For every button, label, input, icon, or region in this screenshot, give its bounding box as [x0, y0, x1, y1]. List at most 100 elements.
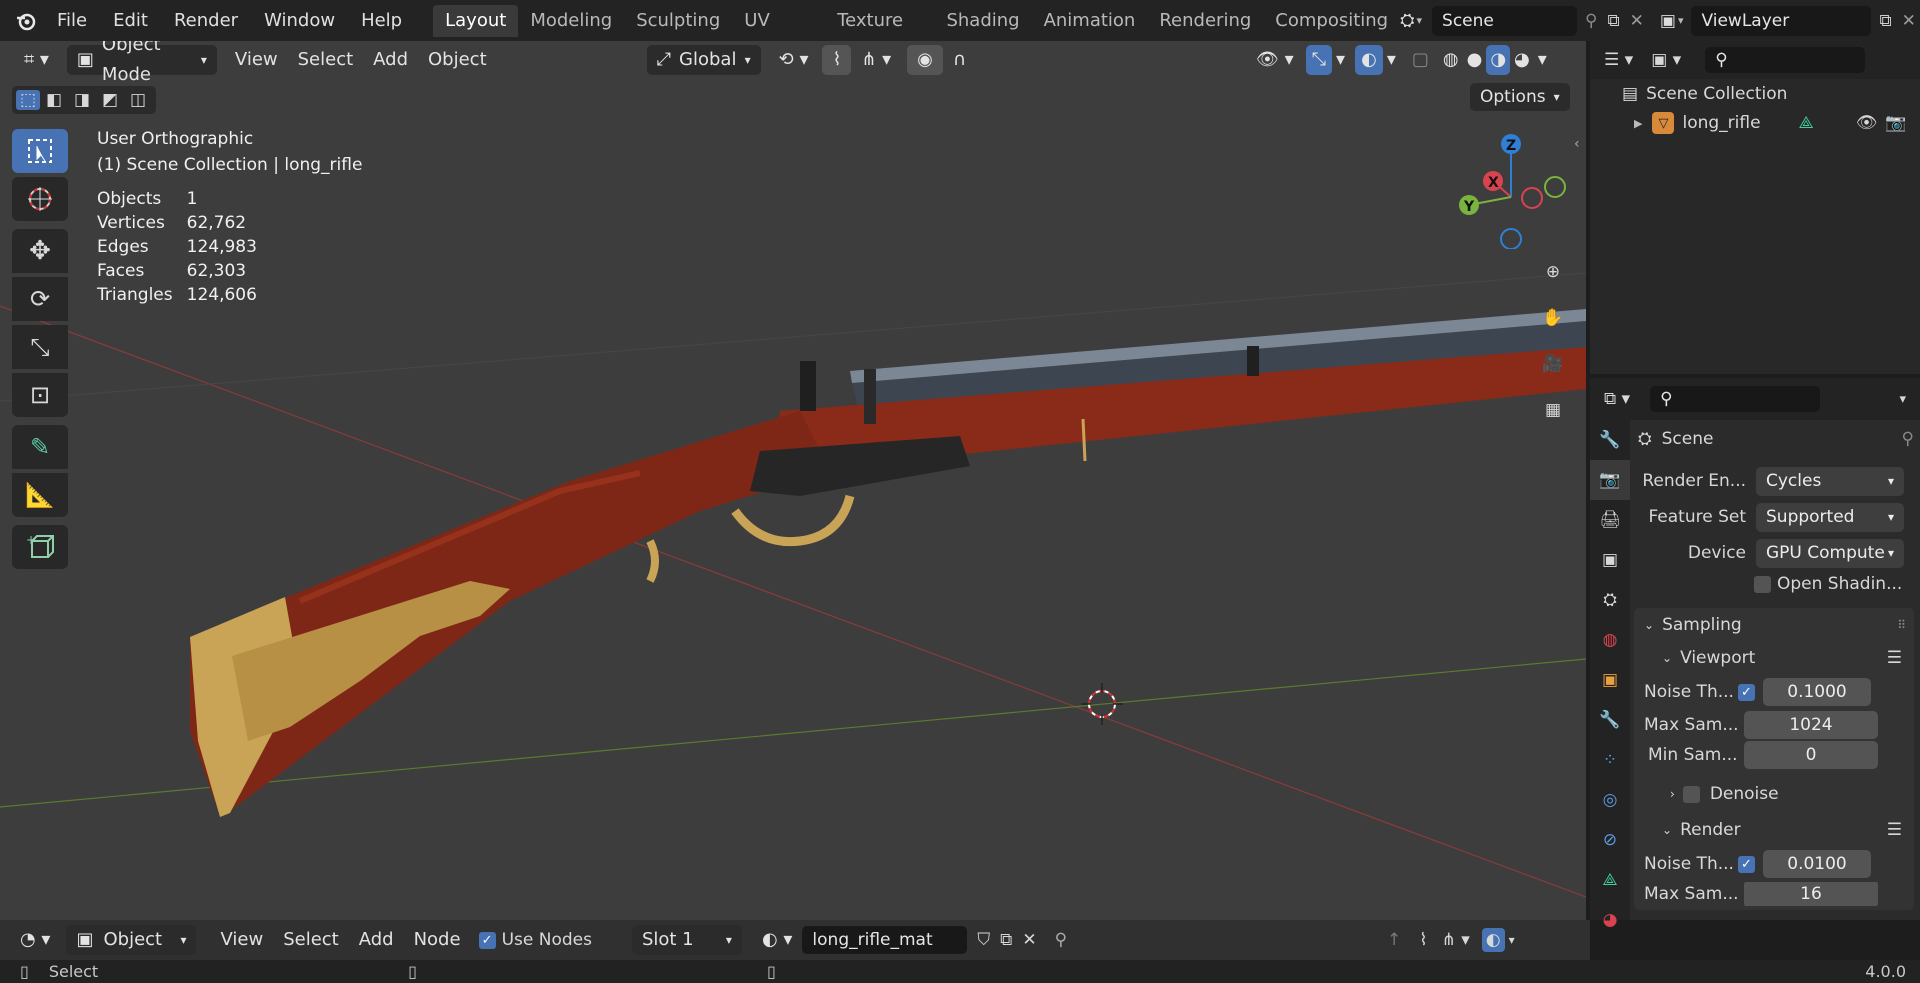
- constraints-tab-icon[interactable]: ⊘: [1590, 820, 1630, 860]
- properties-options-icon[interactable]: ▾: [1899, 392, 1906, 407]
- delete-view-layer-icon[interactable]: ✕: [1902, 11, 1916, 31]
- display-mode-icon[interactable]: ▣ ▾: [1651, 50, 1681, 70]
- sidebar-toggle-icon[interactable]: ‹: [1574, 136, 1580, 152]
- blender-logo-icon[interactable]: [8, 0, 44, 41]
- render-engine-dropdown[interactable]: Cycles ▾: [1756, 466, 1904, 496]
- tab-modeling[interactable]: Modeling: [518, 5, 624, 37]
- node-menu-node[interactable]: Node: [404, 925, 471, 955]
- properties-editor-type-icon[interactable]: ⧉ ▾: [1604, 389, 1630, 409]
- select-intersect-icon[interactable]: ◫: [124, 90, 152, 110]
- tab-compositing[interactable]: Compositing: [1263, 5, 1388, 37]
- tab-animation[interactable]: Animation: [1032, 5, 1148, 37]
- proportional-edit-icon[interactable]: ◉: [907, 45, 943, 75]
- menu-help[interactable]: Help: [348, 0, 415, 41]
- view-layer-field[interactable]: ViewLayer: [1691, 5, 1872, 36]
- node-menu-view[interactable]: View: [210, 925, 273, 955]
- render-noise-checkbox[interactable]: ✓: [1738, 855, 1755, 873]
- node-menu-select[interactable]: Select: [273, 925, 349, 955]
- material-tab-icon[interactable]: ◕: [1590, 900, 1630, 940]
- data-tab-icon[interactable]: ⟁: [1590, 860, 1630, 900]
- falloff-icon[interactable]: ∩: [943, 45, 976, 75]
- wireframe-shading-icon[interactable]: ◍: [1439, 45, 1463, 75]
- tool-tab-icon[interactable]: 🔧: [1590, 420, 1630, 460]
- shader-type-dropdown[interactable]: ▣ Object ▾: [66, 925, 197, 955]
- overlay-dropdown[interactable]: ▾: [1383, 45, 1400, 75]
- use-nodes-toggle[interactable]: ✓ Use Nodes: [478, 930, 592, 950]
- menu-edit[interactable]: Edit: [100, 0, 161, 41]
- render-presets-icon[interactable]: ☰: [1887, 820, 1902, 840]
- shader-editor-type-icon[interactable]: ◔ ▾: [10, 925, 60, 955]
- feature-set-dropdown[interactable]: Supported ▾: [1756, 502, 1904, 532]
- zoom-icon[interactable]: ⊕: [1532, 251, 1574, 293]
- material-name-field[interactable]: long_rifle_mat: [802, 926, 968, 954]
- viewport-noise-threshold-field[interactable]: 0.1000: [1763, 678, 1871, 706]
- mesh-data-icon[interactable]: ⟁: [1799, 113, 1814, 133]
- outliner-editor-type-icon[interactable]: ☰ ▾: [1604, 50, 1633, 70]
- denoise-checkbox[interactable]: [1682, 785, 1700, 803]
- tab-sculpting[interactable]: Sculpting: [624, 5, 732, 37]
- scene-name-field[interactable]: Scene: [1432, 5, 1578, 36]
- output-tab-icon[interactable]: 🖨: [1590, 500, 1630, 540]
- expand-arrow-icon[interactable]: ▶: [1634, 117, 1642, 130]
- scale-tool-icon[interactable]: ⤡: [12, 325, 68, 369]
- measure-tool-icon[interactable]: 📐: [12, 473, 68, 517]
- render-max-samples-field[interactable]: 16: [1744, 882, 1878, 906]
- select-new-icon[interactable]: ⬚: [16, 90, 40, 110]
- world-tab-icon[interactable]: ◍: [1590, 620, 1630, 660]
- overlay-toggle-icon[interactable]: ◐: [1355, 45, 1383, 75]
- rotate-tool-icon[interactable]: ⟳: [12, 277, 68, 321]
- cursor-tool-icon[interactable]: [12, 177, 68, 221]
- 3d-viewport[interactable]: ⌗ ▾ ▣ Object Mode ▾ View Select Add Obje…: [0, 41, 1586, 920]
- viewport-max-samples-field[interactable]: 1024: [1744, 711, 1878, 739]
- render-subpanel-header[interactable]: ⌄ Render ☰: [1634, 814, 1914, 846]
- node-snap-icon[interactable]: ⌇: [1419, 930, 1427, 950]
- transform-tool-icon[interactable]: ⊡: [12, 373, 68, 417]
- object-mode-dropdown[interactable]: ▣ Object Mode ▾: [66, 41, 217, 85]
- object-tab-icon[interactable]: ▣: [1590, 660, 1630, 700]
- node-menu-add[interactable]: Add: [349, 925, 404, 955]
- menu-window[interactable]: Window: [251, 0, 348, 41]
- fake-user-icon[interactable]: ⛉: [977, 930, 990, 950]
- particles-tab-icon[interactable]: ⁘: [1590, 740, 1630, 780]
- outliner-root[interactable]: ▤ Scene Collection: [1622, 79, 1920, 109]
- move-tool-icon[interactable]: ✥: [12, 229, 68, 273]
- delete-scene-icon[interactable]: ✕: [1630, 11, 1644, 31]
- select-invert-icon[interactable]: ◩: [96, 90, 124, 110]
- gizmo-dropdown[interactable]: ▾: [1332, 45, 1349, 75]
- menu-render[interactable]: Render: [161, 0, 251, 41]
- snap-target-dropdown[interactable]: ⋔ ▾: [851, 45, 901, 75]
- pin-context-icon[interactable]: ⚲: [1902, 429, 1914, 449]
- drag-handle-icon[interactable]: ⠿: [1897, 618, 1906, 632]
- camera-view-icon[interactable]: 🎥: [1532, 343, 1574, 385]
- modifier-tab-icon[interactable]: 🔧: [1590, 700, 1630, 740]
- shading-dropdown[interactable]: ▾: [1534, 45, 1551, 75]
- outliner-item-long-rifle[interactable]: ▶ ▽ long_rifle ⟁ 👁 📷: [1634, 109, 1920, 137]
- navigation-gizmo[interactable]: Z X Y: [1450, 129, 1570, 249]
- viewport-subpanel-header[interactable]: ⌄ Viewport ☰: [1634, 642, 1914, 674]
- tab-layout[interactable]: Layout: [433, 5, 519, 37]
- options-dropdown[interactable]: Options ▾: [1470, 83, 1570, 111]
- gizmo-toggle-icon[interactable]: ⤡: [1305, 45, 1333, 75]
- physics-tab-icon[interactable]: ◎: [1590, 780, 1630, 820]
- perspective-toggle-icon[interactable]: ▦: [1532, 389, 1574, 431]
- node-overlay-dropdown[interactable]: ▾: [1509, 933, 1515, 947]
- select-extend-icon[interactable]: ◧: [40, 90, 68, 110]
- solid-shading-icon[interactable]: ●: [1463, 45, 1487, 75]
- menu-file[interactable]: File: [44, 0, 100, 41]
- transform-orientation-dropdown[interactable]: ⤢ Global ▾: [646, 45, 761, 75]
- rendered-shading-icon[interactable]: ◕: [1510, 45, 1534, 75]
- visibility-dropdown[interactable]: 👁 ▾: [1246, 45, 1304, 75]
- snap-toggle-icon[interactable]: ⌇: [822, 45, 852, 75]
- tab-uv-editing[interactable]: UV Editing: [732, 5, 825, 37]
- use-nodes-checkbox[interactable]: ✓: [478, 931, 496, 949]
- viewport-min-samples-field[interactable]: 0: [1744, 741, 1878, 769]
- sampling-panel-header[interactable]: ⌄ Sampling ⠿: [1634, 608, 1914, 642]
- scene-selector[interactable]: ⛭ ▾ Scene ⚲ ⧉ ✕: [1400, 5, 1644, 36]
- viewport-menu-select[interactable]: Select: [288, 45, 364, 75]
- pin-icon[interactable]: ⚲: [1585, 11, 1597, 31]
- tab-rendering[interactable]: Rendering: [1147, 5, 1263, 37]
- viewport-menu-add[interactable]: Add: [363, 45, 418, 75]
- annotate-tool-icon[interactable]: ✎: [12, 425, 68, 469]
- new-material-icon[interactable]: ⧉: [1000, 930, 1012, 950]
- properties-search-input[interactable]: ⚲: [1650, 386, 1821, 412]
